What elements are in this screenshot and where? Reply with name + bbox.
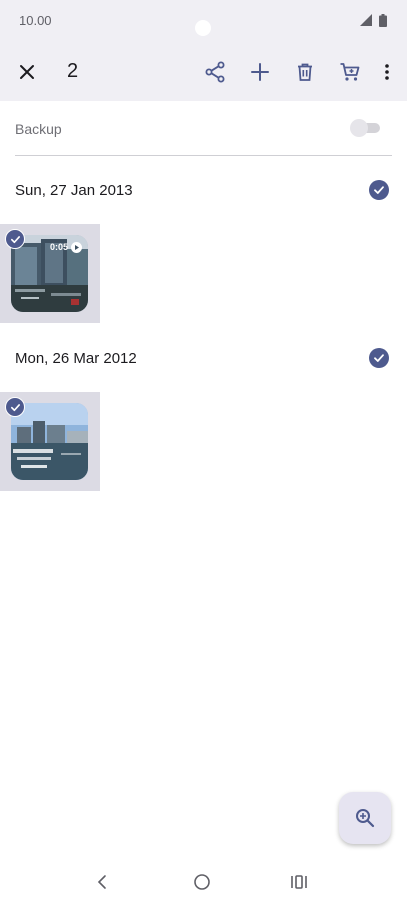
backup-toggle[interactable] bbox=[350, 119, 382, 137]
play-icon bbox=[71, 242, 82, 253]
share-icon bbox=[205, 61, 225, 83]
selected-count: 2 bbox=[67, 60, 79, 82]
toggle-thumb bbox=[350, 119, 368, 137]
select-day-checkbox[interactable] bbox=[369, 348, 389, 368]
front-camera-cutout bbox=[195, 20, 211, 36]
more-vert-icon bbox=[385, 64, 389, 80]
photo-thumbnail-tile[interactable] bbox=[0, 392, 100, 491]
status-icons bbox=[359, 13, 387, 27]
add-to-album-button[interactable] bbox=[246, 58, 274, 86]
nav-home-button[interactable] bbox=[190, 870, 214, 894]
nav-back-button[interactable] bbox=[90, 870, 114, 894]
close-selection-button[interactable] bbox=[13, 58, 41, 86]
date-label: Mon, 26 Mar 2012 bbox=[15, 350, 137, 367]
nav-recents-button[interactable] bbox=[287, 870, 311, 894]
divider bbox=[15, 155, 392, 156]
marina-photo-image bbox=[11, 403, 88, 480]
delete-icon bbox=[298, 63, 312, 81]
more-options-button[interactable] bbox=[373, 58, 401, 86]
close-icon bbox=[20, 65, 34, 79]
order-prints-button[interactable] bbox=[336, 58, 364, 86]
status-time: 10.00 bbox=[19, 13, 52, 28]
add-icon bbox=[251, 63, 269, 81]
zoom-in-icon bbox=[356, 809, 375, 828]
home-icon bbox=[194, 874, 210, 890]
video-duration: 0:05 bbox=[50, 242, 69, 252]
date-label: Sun, 27 Jan 2013 bbox=[15, 182, 133, 199]
zoom-in-button[interactable] bbox=[339, 792, 391, 844]
backup-row: Backup bbox=[15, 110, 392, 146]
select-day-checkbox[interactable] bbox=[369, 180, 389, 200]
share-button[interactable] bbox=[201, 58, 229, 86]
back-icon bbox=[97, 875, 106, 889]
check-icon bbox=[10, 403, 20, 411]
top-app-area: 10.00 2 bbox=[0, 0, 407, 101]
status-bar: 10.00 bbox=[0, 0, 407, 40]
date-header-2012: Mon, 26 Mar 2012 bbox=[15, 344, 392, 372]
recents-icon bbox=[291, 875, 307, 889]
signal-icon bbox=[360, 14, 372, 26]
selection-toolbar: 2 bbox=[0, 50, 407, 94]
photo-thumbnail bbox=[11, 403, 88, 480]
item-selected-check bbox=[5, 397, 25, 417]
date-header-2013: Sun, 27 Jan 2013 bbox=[15, 176, 392, 204]
system-nav-bar bbox=[0, 856, 407, 906]
cart-icon bbox=[340, 63, 360, 81]
battery-icon bbox=[379, 13, 387, 27]
item-selected-check bbox=[5, 229, 25, 249]
check-icon bbox=[10, 235, 20, 243]
delete-button[interactable] bbox=[291, 58, 319, 86]
video-thumbnail-tile[interactable]: 0:05 bbox=[0, 224, 100, 323]
backup-label: Backup bbox=[15, 121, 62, 137]
check-icon bbox=[374, 354, 384, 362]
check-icon bbox=[374, 186, 384, 194]
